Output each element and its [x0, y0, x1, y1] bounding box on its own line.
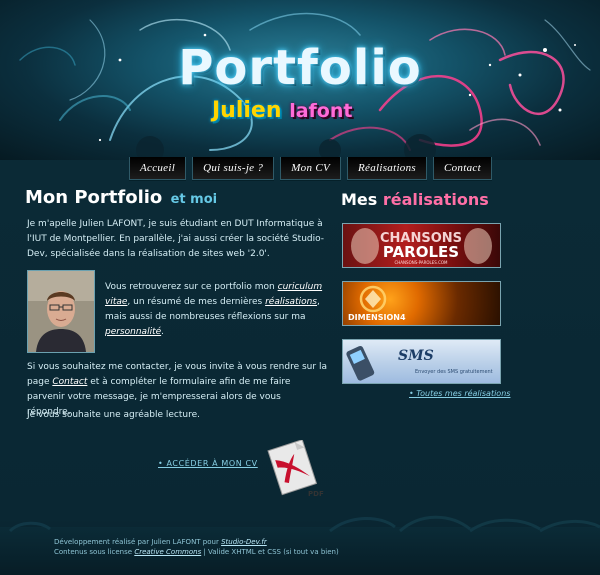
nav-item-contact[interactable]: Contact [433, 157, 492, 180]
portfolio-description: Vous retrouverez sur ce portfolio mon cu… [105, 280, 327, 340]
nav-item-qui-suis-je[interactable]: Qui suis-je ? [192, 157, 275, 180]
header-banner: Portfolio Julien lafont [0, 0, 600, 160]
page: Portfolio Julien lafont Accueil Qui suis… [0, 0, 600, 575]
pdf-icon[interactable]: PDF [255, 440, 325, 500]
all-realisations-link[interactable]: • Toutes mes réalisations [409, 389, 510, 398]
banner-text-sms: SMS [398, 348, 434, 364]
sms-image: SMS Envoyer des SMS gratuitement [346, 345, 493, 381]
dimension4-image: DIMENSION4 [348, 285, 406, 322]
link-personnalite[interactable]: personnalité [105, 327, 161, 337]
main-navigation: Accueil Qui suis-je ? Mon CV Réalisation… [129, 157, 492, 180]
realisation-banner-sms[interactable]: SMS Envoyer des SMS gratuitement [342, 339, 501, 384]
subtitle-first-name: Julien [212, 98, 282, 123]
subtitle-last-name: lafont [289, 100, 353, 122]
site-title: Portfolio [178, 40, 422, 96]
text: , un résumé de mes dernières [127, 297, 266, 307]
nav-item-mon-cv[interactable]: Mon CV [280, 157, 341, 180]
intro-paragraph: Je m'apelle Julien LAFONT, je suis étudi… [27, 219, 325, 259]
main-content: Mon Portfolio et moi Je m'apelle Julien … [25, 187, 327, 498]
realisation-banner-chansons-paroles[interactable]: CHANSONS PAROLES CHANSONS-PAROLES.COM [342, 223, 501, 268]
banner-text-dimension4: DIMENSION4 [348, 313, 406, 322]
footer: Développement réalisé par Julien LAFONT … [0, 515, 600, 575]
footer-swirl-decoration [8, 515, 600, 533]
closing-paragraph: Je vous souhaite une agréable lecture. [27, 410, 201, 420]
page-title-light: et moi [170, 192, 218, 207]
site-subtitle: Julien lafont [212, 98, 352, 123]
banner-text-sms-sub: Envoyer des SMS gratuitement [415, 369, 493, 375]
link-contact[interactable]: Contact [52, 377, 87, 387]
banner-text-paroles: PAROLES [383, 243, 459, 261]
text: Développement réalisé par Julien LAFONT … [54, 538, 222, 546]
link-creative-commons[interactable]: Creative Commons [134, 548, 201, 556]
portrait-image [28, 271, 94, 352]
sidebar-title-main: Mes [341, 190, 378, 209]
realisation-banner-dimension4[interactable]: DIMENSION4 [342, 281, 501, 326]
pdf-label: PDF [308, 490, 324, 498]
chansons-paroles-image: CHANSONS PAROLES CHANSONS-PAROLES.COM [351, 228, 492, 265]
banner-text-url: CHANSONS-PAROLES.COM [395, 260, 449, 265]
link-studio-dev[interactable]: Studio-Dev.fr [221, 538, 267, 546]
nav-item-accueil[interactable]: Accueil [129, 157, 187, 180]
nav-item-realisations[interactable]: Réalisations [347, 157, 427, 180]
text: | Valide XHTML et CSS (si tout va bien) [201, 548, 339, 556]
footer-credits: Développement réalisé par Julien LAFONT … [54, 538, 267, 546]
link-realisations[interactable]: réalisations [265, 297, 317, 307]
access-cv-link[interactable]: • ACCÉDER À MON CV [158, 459, 258, 468]
text: Vous retrouverez sur ce portfolio mon [105, 282, 278, 292]
profile-photo [27, 270, 95, 353]
sidebar-title-accent: réalisations [382, 190, 489, 209]
sidebar-title: Mes réalisations [341, 190, 501, 209]
footer-license: Contenus sous license Creative Commons |… [54, 548, 339, 556]
sidebar-realisations: Mes réalisations CHANSONS PAROLES CHANSO… [341, 190, 510, 398]
page-title-main: Mon Portfolio [25, 187, 163, 208]
text: Contenus sous license [54, 548, 135, 556]
text: . [161, 327, 165, 337]
page-title: Mon Portfolio et moi [25, 187, 325, 208]
